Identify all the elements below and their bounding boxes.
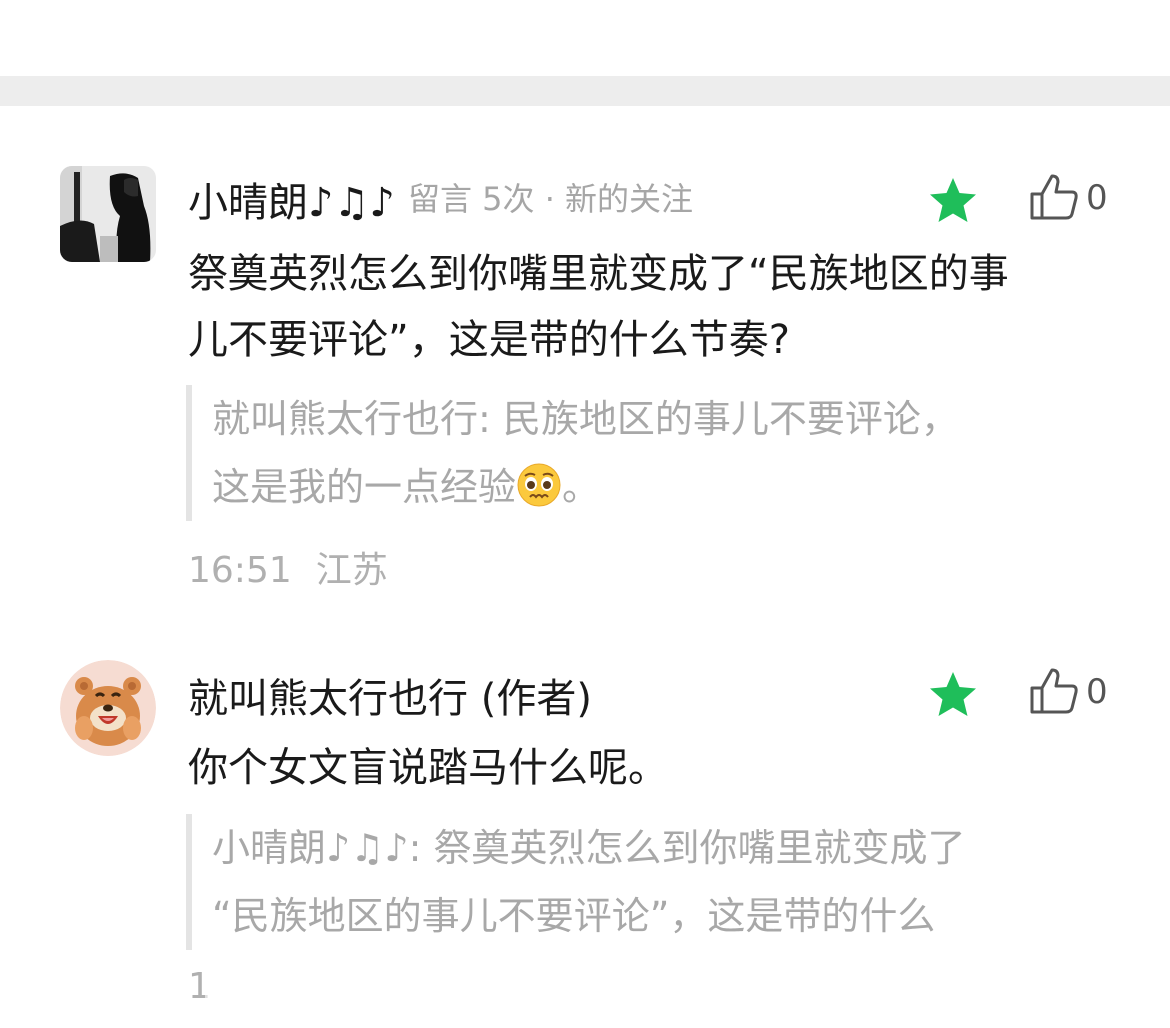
- quote-line: “民族地区的事儿不要评论”，这是带的什么: [212, 894, 936, 938]
- comment-author[interactable]: 小晴朗♪♫♪: [188, 170, 395, 228]
- thumbs-up-icon[interactable]: [1028, 666, 1080, 716]
- comment-body: 你个女文盲说踏马什么呢。: [188, 735, 1118, 801]
- blur-overlay: [205, 960, 325, 1020]
- comment-body-line: 儿不要评论”，这是带的什么节奏?: [188, 317, 790, 363]
- quote-line: 这是我的一点经验 。: [212, 453, 1092, 521]
- comment-location: 江苏: [315, 550, 388, 591]
- like-count: 0: [1086, 672, 1108, 712]
- comment-body-line: 祭奠英烈怎么到你嘴里就变成了“民族地区的事: [188, 251, 1009, 297]
- comment-body: 祭奠英烈怎么到你嘴里就变成了“民族地区的事 儿不要评论”，这是带的什么节奏?: [188, 241, 1118, 373]
- quote-line: 就叫熊太行也行: 民族地区的事儿不要评论，: [212, 397, 959, 441]
- like-count: 0: [1086, 178, 1108, 218]
- avatar[interactable]: [60, 166, 156, 262]
- comment-author[interactable]: 就叫熊太行也行 (作者): [188, 666, 592, 724]
- featured-star-icon[interactable]: [928, 176, 978, 226]
- comment-author-meta: 留言 5次 · 新的关注: [408, 180, 694, 218]
- previous-comment-footer: — — — —: [188, 0, 380, 17]
- section-divider: [0, 76, 1170, 106]
- quoted-reply: 就叫熊太行也行: 民族地区的事儿不要评论， 这是我的一点经验 。: [186, 385, 1092, 521]
- quote-line: 小晴朗♪♫♪: 祭奠英烈怎么到你嘴里就变成了: [212, 826, 966, 870]
- avatar[interactable]: [60, 660, 156, 756]
- quoted-reply: 小晴朗♪♫♪: 祭奠英烈怎么到你嘴里就变成了 “民族地区的事儿不要评论”，这是带…: [186, 814, 1092, 950]
- pleading-face-emoji: [516, 461, 562, 507]
- thumbs-up-icon[interactable]: [1028, 172, 1080, 222]
- comment-time: 16:51: [188, 550, 292, 591]
- comment-body-line: 你个女文盲说踏马什么呢。: [188, 745, 668, 791]
- quote-line-tail: 。: [562, 465, 601, 509]
- quote-line-text: 这是我的一点经验: [212, 465, 517, 509]
- featured-star-icon[interactable]: [928, 670, 978, 720]
- comment-footer: 16:51 江苏: [188, 541, 388, 593]
